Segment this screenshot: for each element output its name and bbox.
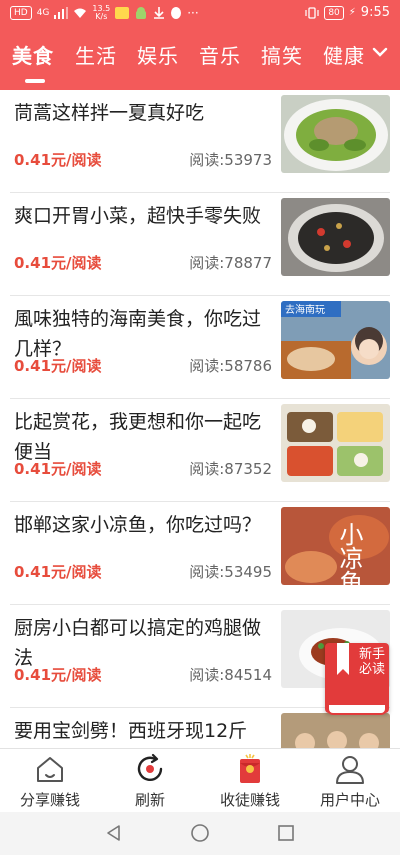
article-thumbnail bbox=[281, 404, 390, 482]
battery-indicator: 80 bbox=[324, 5, 344, 20]
refresh-icon bbox=[137, 753, 163, 781]
clock: 9:55 bbox=[360, 5, 390, 20]
chevron-down-icon[interactable] bbox=[370, 42, 390, 62]
article-item[interactable]: 茼蒿这样拌一夏真好吃 0.41元/阅读 阅读:53973 bbox=[0, 90, 400, 193]
nav-share-earn[interactable]: 分享赚钱 bbox=[0, 749, 100, 813]
tab-funny[interactable]: 搞笑 bbox=[261, 40, 303, 69]
thumb-banner-text: 去海南玩 bbox=[285, 303, 325, 316]
nav-user-center[interactable]: 用户中心 bbox=[300, 749, 400, 813]
user-icon bbox=[336, 756, 364, 784]
article-item[interactable]: 比起赏花，我更想和你一起吃便当 0.41元/阅读 阅读:87352 bbox=[0, 399, 400, 502]
book-base bbox=[327, 705, 387, 715]
hd-indicator: HD bbox=[10, 6, 32, 20]
article-read-count: 阅读:87352 bbox=[189, 460, 272, 478]
vibrate-icon bbox=[305, 6, 319, 19]
app-notification-icon bbox=[115, 7, 130, 19]
network-type: 4G bbox=[36, 8, 50, 18]
newbie-guide-label: 新手必读 bbox=[359, 647, 386, 677]
article-title: 爽口开胃小菜，超快手零失败 bbox=[14, 205, 262, 227]
ribbon-icon bbox=[337, 643, 349, 675]
article-read-count: 阅读:53973 bbox=[189, 151, 272, 169]
tab-life[interactable]: 生活 bbox=[75, 40, 117, 69]
article-price: 0.41元/阅读 bbox=[14, 254, 102, 272]
article-thumbnail: 去海南玩 bbox=[281, 301, 390, 379]
article-price: 0.41元/阅读 bbox=[14, 151, 102, 169]
category-tab-bar: 美食 生活 娱乐 音乐 搞笑 健康 bbox=[0, 26, 400, 90]
article-read-count: 阅读:78877 bbox=[189, 254, 272, 272]
tab-food[interactable]: 美食 bbox=[12, 40, 54, 69]
tab-entertainment[interactable]: 娱乐 bbox=[137, 40, 179, 69]
nav-label: 刷新 bbox=[134, 791, 165, 809]
nav-label: 用户中心 bbox=[319, 791, 380, 809]
system-nav-bar bbox=[0, 812, 400, 855]
article-title: 要用宝剑劈！西班牙现12斤巨型汉堡 bbox=[14, 720, 248, 742]
more-notifications-icon: ··· bbox=[187, 6, 199, 20]
article-title: 邯郸这家小凉鱼，你吃过吗？ bbox=[14, 514, 262, 536]
article-price: 0.41元/阅读 bbox=[14, 666, 102, 684]
article-read-count: 阅读:84514 bbox=[189, 666, 272, 684]
tab-health[interactable]: 健康 bbox=[323, 40, 365, 69]
status-bar: HD 4G 13.5 K/s ··· 80 ⚡ 9:55 bbox=[0, 0, 400, 26]
article-read-count: 阅读:53495 bbox=[189, 563, 272, 581]
nav-label: 收徒赚钱 bbox=[219, 791, 280, 809]
red-envelope-icon bbox=[240, 754, 260, 783]
back-icon[interactable] bbox=[104, 823, 124, 843]
article-item[interactable]: 爽口开胃小菜，超快手零失败 0.41元/阅读 阅读:78877 bbox=[0, 193, 400, 296]
speed-unit: K/s bbox=[95, 12, 108, 21]
article-thumbnail: 小凉鱼 bbox=[281, 507, 390, 585]
android-icon bbox=[136, 7, 147, 19]
thumb-calligraphy-text: 小凉鱼 bbox=[335, 522, 363, 585]
nav-refresh[interactable]: 刷新 bbox=[100, 749, 200, 813]
article-thumbnail bbox=[281, 95, 390, 173]
article-price: 0.41元/阅读 bbox=[14, 563, 102, 581]
nav-recruit-earn[interactable]: 收徒赚钱 bbox=[200, 749, 300, 813]
article-item[interactable]: 邯郸这家小凉鱼，你吃过吗？ 0.41元/阅读 阅读:53495 小凉鱼 bbox=[0, 502, 400, 605]
newbie-guide-badge[interactable]: 新手必读 bbox=[325, 643, 389, 717]
article-thumbnail bbox=[281, 198, 390, 276]
wifi-icon bbox=[74, 8, 87, 18]
bottom-nav: 分享赚钱 刷新 收徒赚钱 用户中心 bbox=[0, 748, 400, 812]
recents-icon[interactable] bbox=[276, 823, 296, 843]
charging-icon: ⚡ bbox=[348, 7, 356, 18]
nav-label: 分享赚钱 bbox=[19, 791, 80, 809]
article-item[interactable]: 風味独特的海南美食，你吃过几样？ 0.41元/阅读 阅读:58786 去海南玩 bbox=[0, 296, 400, 399]
article-price: 0.41元/阅读 bbox=[14, 460, 102, 478]
article-thumbnail bbox=[281, 713, 390, 748]
article-price: 0.41元/阅读 bbox=[14, 357, 102, 375]
home-share-icon bbox=[37, 757, 63, 782]
home-icon[interactable] bbox=[190, 823, 210, 843]
penguin-icon bbox=[171, 7, 182, 19]
network-speed: 13.5 K/s bbox=[92, 5, 110, 21]
tab-music[interactable]: 音乐 bbox=[199, 40, 241, 69]
download-icon bbox=[154, 7, 165, 19]
active-tab-indicator bbox=[25, 79, 45, 83]
signal-icon bbox=[54, 7, 69, 19]
article-title: 茼蒿这样拌一夏真好吃 bbox=[14, 102, 205, 124]
article-read-count: 阅读:58786 bbox=[189, 357, 272, 375]
